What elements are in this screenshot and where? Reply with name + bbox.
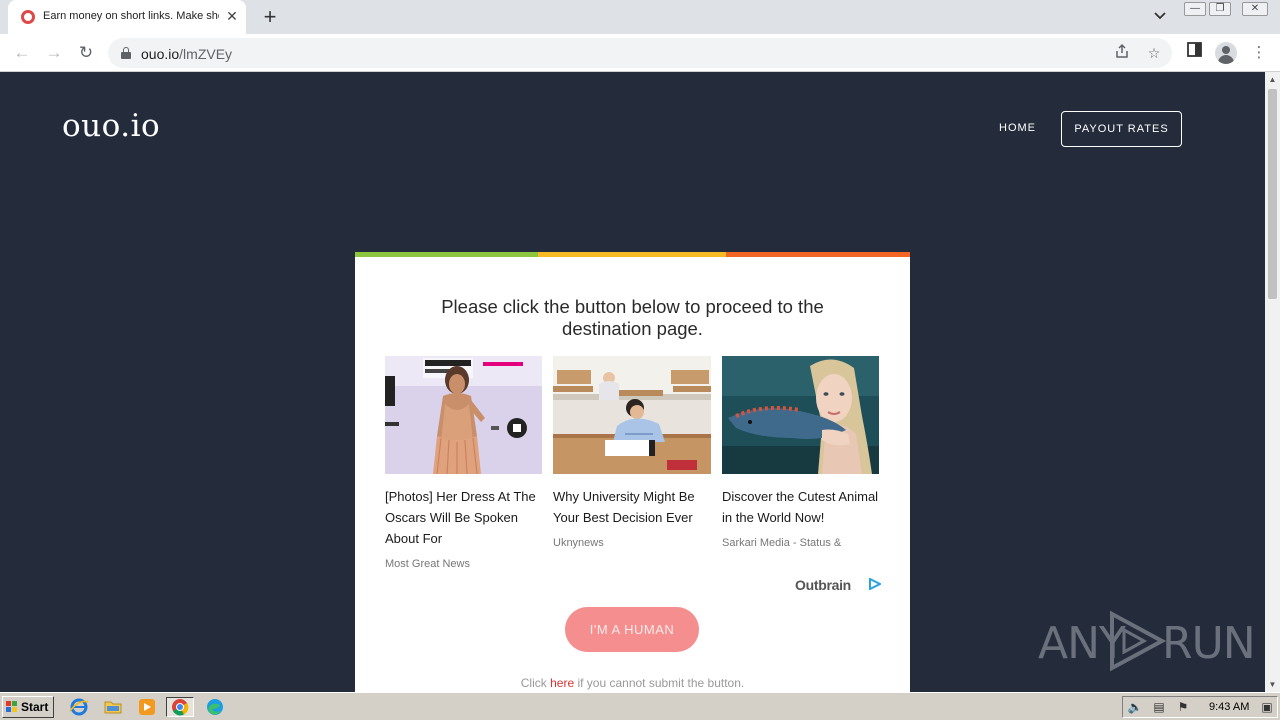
browser-tab-bar: Earn money on short links. Make sho ✕ + … — [0, 0, 1280, 34]
watermark-play-icon — [1110, 610, 1167, 672]
ad-image-axolotl[interactable] — [722, 356, 879, 474]
restore-window-button[interactable]: ❐ — [1209, 2, 1231, 16]
ad-image-classroom[interactable] — [553, 356, 711, 474]
im-a-human-button[interactable]: I'M A HUMAN — [565, 607, 699, 652]
forward-arrow-icon[interactable]: → — [42, 41, 66, 65]
url-host: ouo.io — [141, 46, 180, 62]
profile-avatar-icon[interactable] — [1215, 42, 1237, 64]
file-explorer-icon[interactable] — [102, 697, 124, 717]
ad-title[interactable]: Discover the Cutest Animal in the World … — [722, 486, 882, 528]
taskbar-clock[interactable]: 9:43 AM — [1209, 701, 1249, 713]
fallback-prefix: Click — [520, 676, 551, 690]
fallback-suffix: if you cannot submit the button. — [574, 676, 745, 690]
card-accent-yellow — [538, 252, 726, 257]
card-accent-green — [355, 252, 538, 257]
redirect-card: Please click the button below to proceed… — [355, 252, 910, 692]
new-tab-button[interactable]: + — [258, 4, 282, 30]
ad-image-red-carpet[interactable] — [385, 356, 542, 474]
volume-icon[interactable]: 🔈 — [1127, 700, 1143, 714]
browser-menu-icon[interactable]: ⋮ — [1248, 42, 1270, 64]
share-icon[interactable] — [1112, 43, 1132, 63]
fallback-instruction: Click here if you cannot submit the butt… — [355, 676, 910, 690]
web-page: ouo.io HOME PAYOUT RATES Please click th… — [0, 72, 1265, 692]
scroll-up-arrow-icon[interactable]: ▲ — [1265, 72, 1280, 87]
card-accent-orange — [726, 252, 910, 257]
browser-toolbar: ← → ↻ ouo.io/lmZVEy ☆ ⋮ — [0, 34, 1280, 72]
start-button[interactable]: Start — [2, 696, 54, 718]
browser-tab[interactable]: Earn money on short links. Make sho ✕ — [8, 0, 246, 34]
nav-home-link[interactable]: HOME — [999, 122, 1036, 134]
edge-icon[interactable] — [204, 697, 226, 717]
ad-source[interactable]: Sarkari Media - Status & — [722, 537, 841, 549]
outbrain-play-icon[interactable] — [869, 578, 881, 590]
fallback-here-link[interactable]: here — [550, 676, 574, 690]
close-tab-icon[interactable]: ✕ — [224, 7, 240, 25]
site-logo[interactable]: ouo.io — [62, 108, 160, 144]
ad-source[interactable]: Uknynews — [553, 537, 604, 549]
nav-payout-rates-button[interactable]: PAYOUT RATES — [1061, 111, 1182, 147]
site-favicon-icon — [21, 10, 35, 24]
ad-title[interactable]: [Photos] Her Dress At The Oscars Will Be… — [385, 486, 545, 549]
lock-icon[interactable] — [121, 47, 131, 59]
close-window-button[interactable]: ✕ — [1242, 2, 1268, 16]
back-arrow-icon[interactable]: ← — [10, 41, 34, 65]
action-center-flag-icon[interactable]: ⚑ — [1175, 700, 1191, 714]
bookmark-star-icon[interactable]: ☆ — [1144, 43, 1164, 63]
anyrun-watermark: ANY RUN — [1038, 608, 1256, 678]
reload-icon[interactable]: ↻ — [74, 41, 98, 65]
minimize-window-button[interactable]: — — [1184, 2, 1206, 16]
url-text[interactable]: ouo.io/lmZVEy — [141, 46, 232, 62]
show-desktop-icon[interactable]: ▣ — [1259, 700, 1275, 714]
side-panel-icon[interactable] — [1183, 42, 1205, 64]
windows-flag-icon — [6, 701, 18, 713]
card-headline: Please click the button below to proceed… — [441, 296, 824, 339]
address-bar[interactable]: ouo.io/lmZVEy ☆ — [108, 38, 1172, 68]
ad-source[interactable]: Most Great News — [385, 558, 470, 570]
media-player-icon[interactable] — [136, 697, 158, 717]
chrome-icon[interactable] — [166, 697, 194, 717]
page-scrollbar[interactable]: ▲ ▼ — [1265, 72, 1280, 692]
start-label: Start — [21, 700, 49, 714]
watermark-text-right: RUN — [1162, 618, 1256, 669]
scroll-down-arrow-icon[interactable]: ▼ — [1265, 677, 1280, 692]
tab-search-chevron-icon[interactable] — [1150, 6, 1170, 26]
ad-title[interactable]: Why University Might Be Your Best Decisi… — [553, 486, 713, 528]
network-icon[interactable]: ▤ — [1151, 700, 1167, 714]
internet-explorer-icon[interactable] — [68, 697, 90, 717]
outbrain-logo[interactable]: Outbrain — [795, 577, 851, 593]
tab-title: Earn money on short links. Make sho — [43, 10, 219, 22]
scroll-thumb[interactable] — [1268, 89, 1277, 299]
system-tray: 🔈 ▤ ⚑ 9:43 AM ▣ — [1122, 696, 1278, 718]
windows-taskbar: Start 🔈 ▤ ⚑ 9:43 AM ▣ — [0, 692, 1280, 720]
url-path: /lmZVEy — [179, 46, 233, 62]
